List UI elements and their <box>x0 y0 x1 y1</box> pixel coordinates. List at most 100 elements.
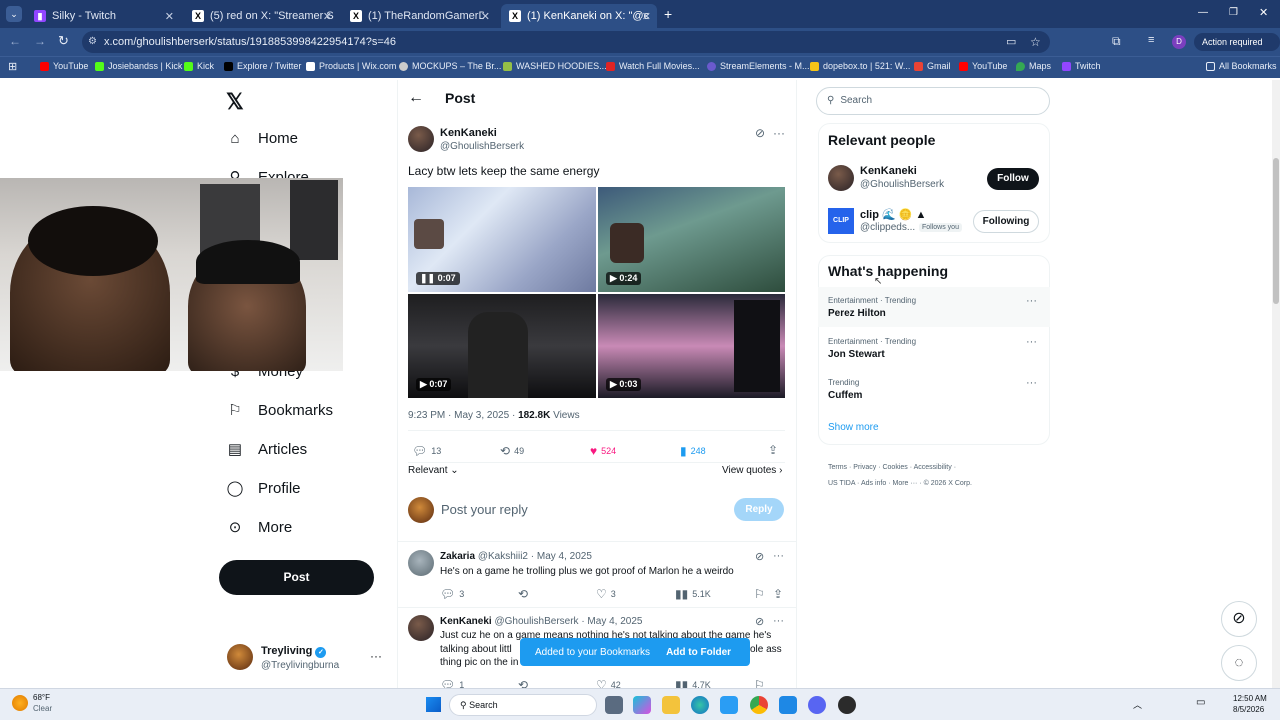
edge-icon[interactable] <box>691 696 709 714</box>
extensions-icon[interactable]: ⧉ <box>1112 34 1121 49</box>
tab-twitch[interactable]: ▮ Silky - Twitch ✕ <box>26 4 180 28</box>
sort-dropdown[interactable]: Relevant ⌄ <box>408 465 459 476</box>
footer-terms[interactable]: Terms <box>828 464 847 471</box>
add-to-folder-button[interactable]: Add to Folder <box>666 647 731 658</box>
restore-icon[interactable]: ❐ <box>1229 7 1238 18</box>
tab-search-button[interactable]: ⌄ <box>6 6 22 22</box>
bookmark-josiebandss-kick[interactable]: Josiebandss | Kick <box>95 61 182 71</box>
bookmark-streamelements[interactable]: StreamElements - M... <box>707 61 810 71</box>
bookmark-dopebox[interactable]: dopebox.to | 521: W... <box>810 61 910 71</box>
close-tab-icon[interactable]: ✕ <box>165 10 174 23</box>
reload-icon[interactable]: ↻ <box>58 33 69 49</box>
obs-icon[interactable] <box>838 696 856 714</box>
footer-accessibility[interactable]: Accessibility <box>914 464 952 471</box>
author-handle[interactable]: @GhoulishBerserk <box>440 141 524 152</box>
star-icon[interactable]: ☆ <box>1030 31 1041 53</box>
task-view-icon[interactable] <box>605 696 623 714</box>
footer-cookies[interactable]: Cookies <box>882 464 907 471</box>
bookmark-explore-twitter[interactable]: Explore / Twitter <box>224 61 301 71</box>
view-quotes-link[interactable]: View quotes › <box>722 465 782 476</box>
author-avatar[interactable] <box>408 126 434 152</box>
bookmark-youtube[interactable]: YouTube <box>40 61 88 71</box>
footer-privacy[interactable]: Privacy <box>853 464 876 471</box>
reply-reply-action[interactable]: 💬︎ 3 <box>440 587 464 601</box>
clock-time[interactable]: 12:50 AM <box>1233 694 1267 703</box>
copilot-icon[interactable] <box>633 696 651 714</box>
trend-menu-icon[interactable]: ··· <box>1026 295 1037 307</box>
apps-icon[interactable]: ⊞ <box>8 60 17 73</box>
close-tab-icon[interactable]: ✕ <box>481 10 490 23</box>
trend-item[interactable]: Entertainment · Trending Jon Stewart ··· <box>818 329 1050 369</box>
reply-repost-action[interactable]: ⟲ <box>518 587 532 601</box>
trend-menu-icon[interactable]: ··· <box>1026 336 1037 348</box>
close-tab-icon[interactable]: ✕ <box>323 10 332 23</box>
all-bookmarks[interactable]: All Bookmarks <box>1206 61 1277 71</box>
reply-views-action[interactable]: ▮▮ 4.7K <box>675 678 711 688</box>
trend-item[interactable]: Entertainment · Trending Perez Hilton ··… <box>818 287 1050 327</box>
reply-avatar[interactable] <box>408 550 434 576</box>
reply-bookmark-action[interactable]: ⚐ <box>754 587 769 601</box>
weather-temp[interactable]: 68°F <box>33 693 50 702</box>
reply-views-action[interactable]: ▮▮ 5.1K <box>675 587 711 601</box>
following-button[interactable]: Following <box>973 210 1039 233</box>
account-menu-icon[interactable]: ··· <box>370 649 382 663</box>
tab-x-red[interactable]: X (5) red on X: "Streamer Silky eg ✕ <box>184 4 338 28</box>
reply-menu-icon[interactable]: ··· <box>773 550 784 562</box>
share-action[interactable]: ⇪ <box>768 443 782 457</box>
bookmark-kick[interactable]: Kick <box>184 61 214 71</box>
network-icon[interactable]: ▭ <box>1196 697 1205 708</box>
trend-item[interactable]: Trending Cuffem ··· <box>818 370 1050 410</box>
like-action[interactable]: ♥ 524 <box>590 444 616 458</box>
chrome-icon[interactable] <box>750 696 768 714</box>
taskbar-search[interactable]: ⚲ Search <box>449 694 597 716</box>
person-name[interactable]: KenKaneki <box>860 165 917 177</box>
tab-x-gamerdude[interactable]: X (1) TheRandomGamerDude on ✕ <box>342 4 496 28</box>
reply-author[interactable]: KenKaneki <box>440 616 492 627</box>
site-info-icon[interactable]: ⚙ <box>88 31 97 53</box>
reply-bookmark-action[interactable]: ⚐ <box>754 678 769 688</box>
action-required-button[interactable]: Action required ⋮ <box>1194 33 1280 65</box>
bookmark-youtube-2[interactable]: YouTube <box>959 61 1007 71</box>
bookmark-action[interactable]: ▮ 248 <box>680 444 706 458</box>
install-icon[interactable]: ▭ <box>1006 31 1016 53</box>
video-4[interactable]: ▶ 0:03 <box>598 294 785 398</box>
file-explorer-icon[interactable] <box>662 696 680 714</box>
repost-action[interactable]: ⟲ 49 <box>500 444 524 458</box>
media-icon[interactable]: ≡ <box>1148 34 1154 46</box>
nav-articles[interactable]: ▤ Articles <box>226 440 307 459</box>
bookmark-movies[interactable]: Watch Full Movies... <box>606 61 700 71</box>
reply-action[interactable]: 💬︎ 13 <box>412 444 441 458</box>
grok-fab[interactable]: ⊘ <box>1221 601 1257 637</box>
store-icon[interactable] <box>720 696 738 714</box>
reply-like-action[interactable]: ♡ 3 <box>596 587 616 601</box>
new-tab-button[interactable]: + <box>664 6 672 22</box>
bookmark-maps[interactable]: Maps <box>1016 61 1051 71</box>
show-more-link[interactable]: Show more <box>828 422 879 433</box>
close-tab-icon[interactable]: ✕ <box>642 10 651 23</box>
clock-date[interactable]: 8/5/2026 <box>1233 705 1264 714</box>
reply-author[interactable]: Zakaria <box>440 551 475 562</box>
reply-button[interactable]: Reply <box>734 498 784 521</box>
grok-icon[interactable]: ⊘ <box>755 615 764 628</box>
page-scrollbar[interactable] <box>1272 80 1280 688</box>
video-2[interactable]: ▶ 0:24 <box>598 187 785 292</box>
scrollbar-thumb[interactable] <box>1273 158 1279 304</box>
tray-chevron-icon[interactable]: ︿ <box>1133 698 1142 711</box>
bookmark-washed-hoodies[interactable]: WASHED HOODIES... <box>503 61 607 71</box>
address-bar[interactable]: ⚙ x.com/ghoulishberserk/status/191885399… <box>82 31 1050 53</box>
post-button[interactable]: Post <box>219 560 374 595</box>
reply-menu-icon[interactable]: ··· <box>773 615 784 627</box>
bookmark-gmail[interactable]: Gmail <box>914 61 951 71</box>
person-avatar[interactable]: CLIP <box>828 208 854 234</box>
account-avatar[interactable] <box>227 644 253 670</box>
footer-us-tida[interactable]: US TIDA <box>828 480 855 487</box>
photos-icon[interactable] <box>779 696 797 714</box>
video-1[interactable]: ❚❚ 0:07 <box>408 187 596 292</box>
bookmark-twitch[interactable]: Twitch <box>1062 61 1101 71</box>
reply-avatar[interactable] <box>408 615 434 641</box>
account-name[interactable]: Treyliving ✓ <box>261 645 327 658</box>
trend-menu-icon[interactable]: ··· <box>1026 377 1037 389</box>
footer-ads-info[interactable]: Ads info <box>861 480 886 487</box>
messages-fab[interactable]: ◌ <box>1221 645 1257 681</box>
start-icon[interactable] <box>426 697 441 712</box>
